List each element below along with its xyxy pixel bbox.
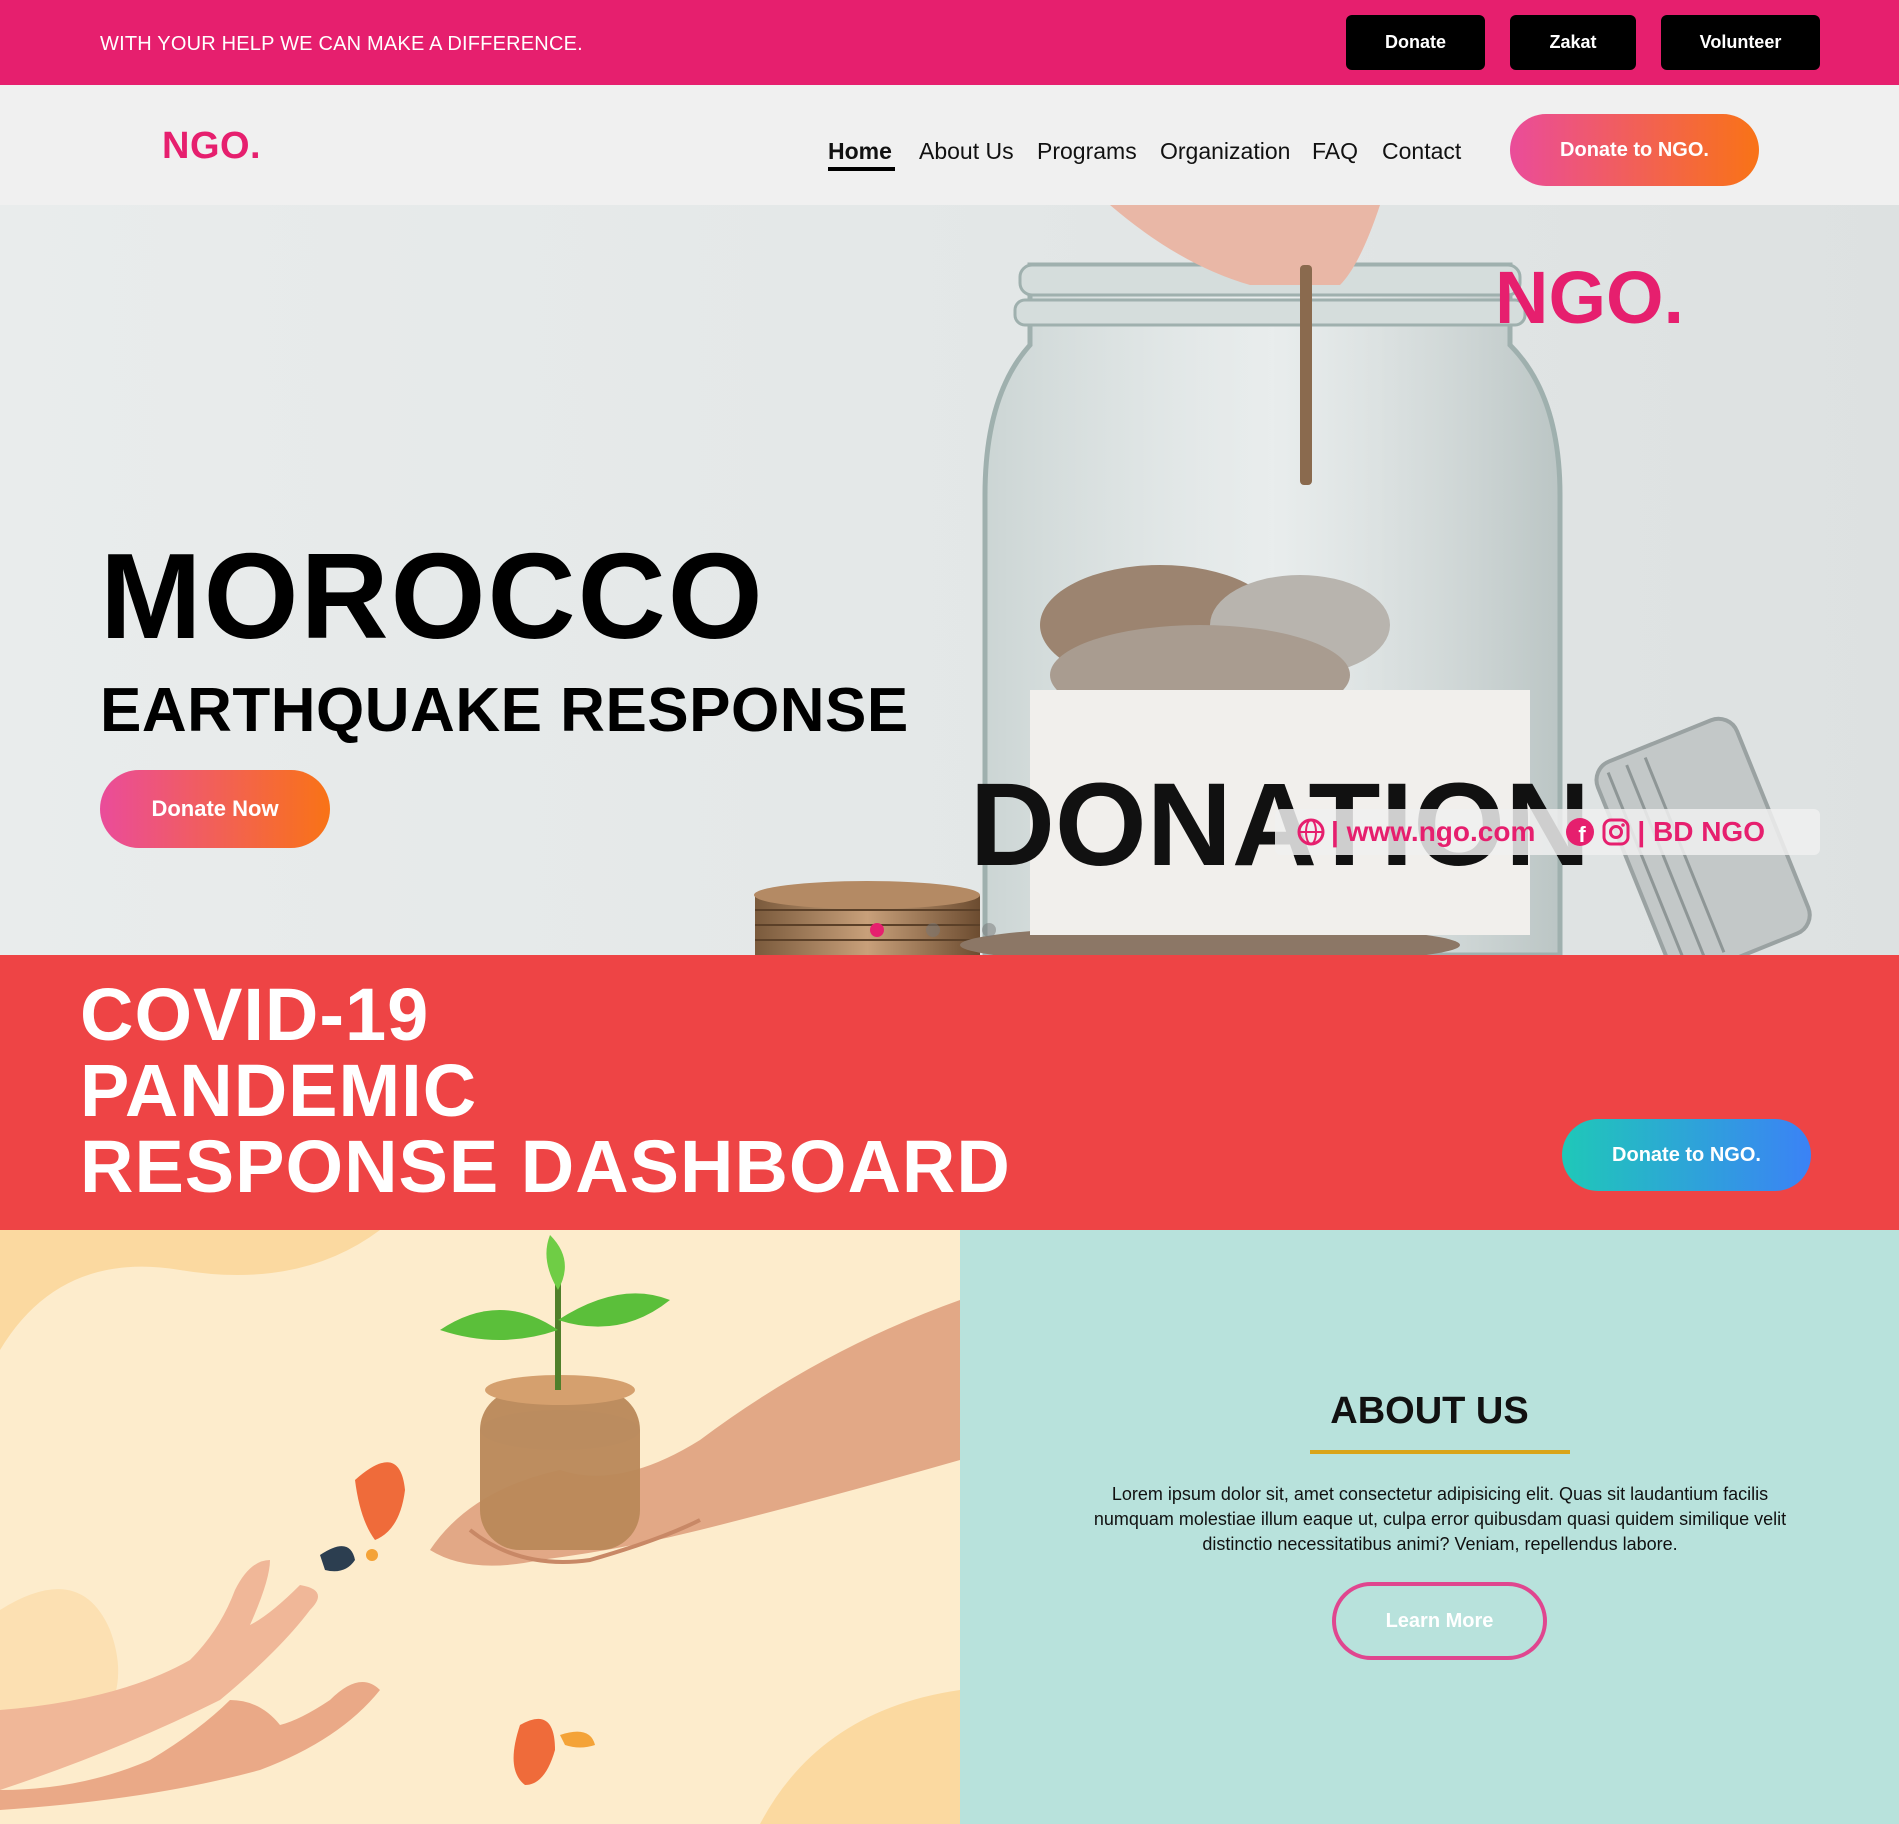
hero-title: MOROCCO	[100, 528, 765, 664]
learn-more-button[interactable]: Learn More	[1332, 1582, 1547, 1660]
topbar-volunteer-button[interactable]: Volunteer	[1661, 15, 1820, 70]
nav-item-faq[interactable]: FAQ	[1312, 138, 1358, 165]
nav-item-contact[interactable]: Contact	[1382, 138, 1461, 165]
instagram-icon[interactable]	[1601, 817, 1631, 847]
about-section: ABOUT US Lorem ipsum dolor sit, amet con…	[960, 1230, 1899, 1824]
website-link[interactable]: | www.ngo.com	[1331, 816, 1535, 848]
svg-text:f: f	[1579, 822, 1587, 847]
social-handle[interactable]: | BD NGO	[1637, 816, 1765, 848]
covid-title: COVID-19 PANDEMIC RESPONSE DASHBOARD	[80, 977, 1011, 1205]
nav-item-programs[interactable]: Programs	[1037, 138, 1137, 165]
hero-contact-badge: | www.ngo.com f | BD NGO	[1275, 809, 1820, 855]
hands-giving-image	[0, 1230, 960, 1824]
nav-item-home[interactable]: Home	[828, 138, 892, 165]
about-title: ABOUT US	[1330, 1390, 1529, 1432]
covid-title-line-1: COVID-19	[80, 973, 430, 1056]
nav-item-organization[interactable]: Organization	[1160, 138, 1290, 165]
topbar-donate-button[interactable]: Donate	[1346, 15, 1485, 70]
facebook-icon[interactable]: f	[1565, 817, 1595, 847]
hero-subtitle: EARTHQUAKE RESPONSE	[100, 676, 909, 745]
topbar-zakat-button[interactable]: Zakat	[1510, 15, 1636, 70]
covid-title-line-2: PANDEMIC	[80, 1049, 478, 1132]
nav-donate-button[interactable]: Donate to NGO.	[1510, 114, 1759, 186]
globe-icon	[1297, 818, 1325, 846]
top-bar: WITH YOUR HELP WE CAN MAKE A DIFFERENCE.…	[0, 0, 1899, 85]
nav-active-underline	[828, 167, 895, 171]
carousel-dot-1[interactable]	[870, 923, 884, 937]
nav-item-about-us[interactable]: About Us	[919, 138, 1014, 165]
covid-title-line-3: RESPONSE DASHBOARD	[80, 1125, 1011, 1208]
donate-now-button[interactable]: Donate Now	[100, 770, 330, 848]
topbar-message: WITH YOUR HELP WE CAN MAKE A DIFFERENCE.	[100, 33, 583, 55]
hands-plant-illustration	[0, 1230, 960, 1824]
carousel-dot-2[interactable]	[926, 923, 940, 937]
hero-image-logo: NGO.	[1495, 256, 1685, 339]
covid-donate-button[interactable]: Donate to NGO.	[1562, 1119, 1811, 1191]
covid-banner: COVID-19 PANDEMIC RESPONSE DASHBOARD Don…	[0, 955, 1899, 1230]
carousel-dot-3[interactable]	[982, 923, 996, 937]
about-title-underline	[1310, 1450, 1570, 1454]
hero-carousel: DONATION NGO. MOROCCO EARTHQUAKE RESPONS…	[0, 205, 1899, 955]
about-text: Lorem ipsum dolor sit, amet consectetur …	[1093, 1484, 1787, 1554]
site-logo[interactable]: NGO.	[162, 125, 261, 168]
